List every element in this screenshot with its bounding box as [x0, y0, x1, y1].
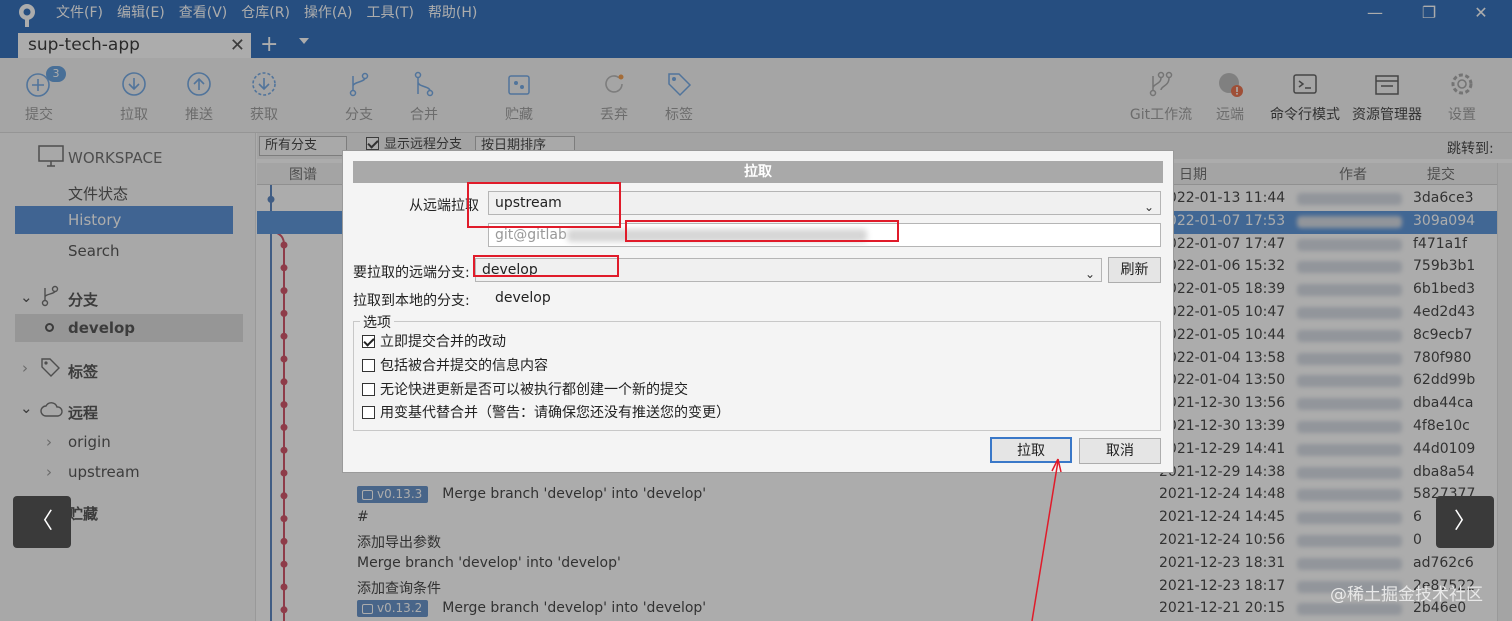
- remote-url-value: git@gitlab: [495, 227, 567, 243]
- option-commit-merged[interactable]: 立即提交合并的改动: [362, 331, 506, 351]
- checkbox-checked-icon: [362, 335, 375, 348]
- option-no-fast-forward[interactable]: 无论快进更新是否可以被执行都创建一个新的提交: [362, 379, 688, 399]
- local-branch-label: 拉取到本地的分支:: [353, 293, 470, 309]
- refresh-button[interactable]: 刷新: [1108, 257, 1161, 283]
- option-rebase-label: 用变基代替合并（警告：请确保您还没有推送您的变更）: [380, 405, 730, 421]
- prev-image-button[interactable]: 〈: [13, 496, 71, 548]
- annotation-arrow: [1031, 458, 1062, 621]
- checkbox-icon: [362, 406, 375, 419]
- checkbox-icon: [362, 359, 375, 372]
- option-commit-merged-label: 立即提交合并的改动: [380, 334, 506, 350]
- checkbox-icon: [362, 383, 375, 396]
- next-image-button[interactable]: 〉: [1436, 496, 1494, 548]
- option-no-fast-forward-label: 无论快进更新是否可以被执行都创建一个新的提交: [380, 382, 688, 398]
- watermark: @稀土掘金技术社区: [1330, 585, 1483, 605]
- cancel-button[interactable]: 取消: [1079, 438, 1161, 464]
- options-group: 选项 立即提交合并的改动 包括被合并提交的信息内容 无论快进更新是否可以被执行都…: [353, 312, 1161, 431]
- chevron-down-icon: ⌄: [1143, 200, 1154, 214]
- local-branch-value: develop: [495, 290, 551, 306]
- dialog-title: 拉取: [353, 161, 1163, 183]
- annotation-url-highlight: [625, 220, 899, 242]
- annotation-branch-highlight: [473, 255, 619, 277]
- remote-branch-label: 要拉取的远端分支:: [353, 265, 470, 281]
- annotation-remote-highlight: [467, 182, 621, 228]
- option-include-messages[interactable]: 包括被合并提交的信息内容: [362, 355, 548, 375]
- option-rebase[interactable]: 用变基代替合并（警告：请确保您还没有推送您的变更）: [362, 402, 730, 422]
- options-legend: 选项: [360, 312, 394, 332]
- chevron-down-icon: ⌄: [1084, 267, 1095, 281]
- option-include-messages-label: 包括被合并提交的信息内容: [380, 358, 548, 374]
